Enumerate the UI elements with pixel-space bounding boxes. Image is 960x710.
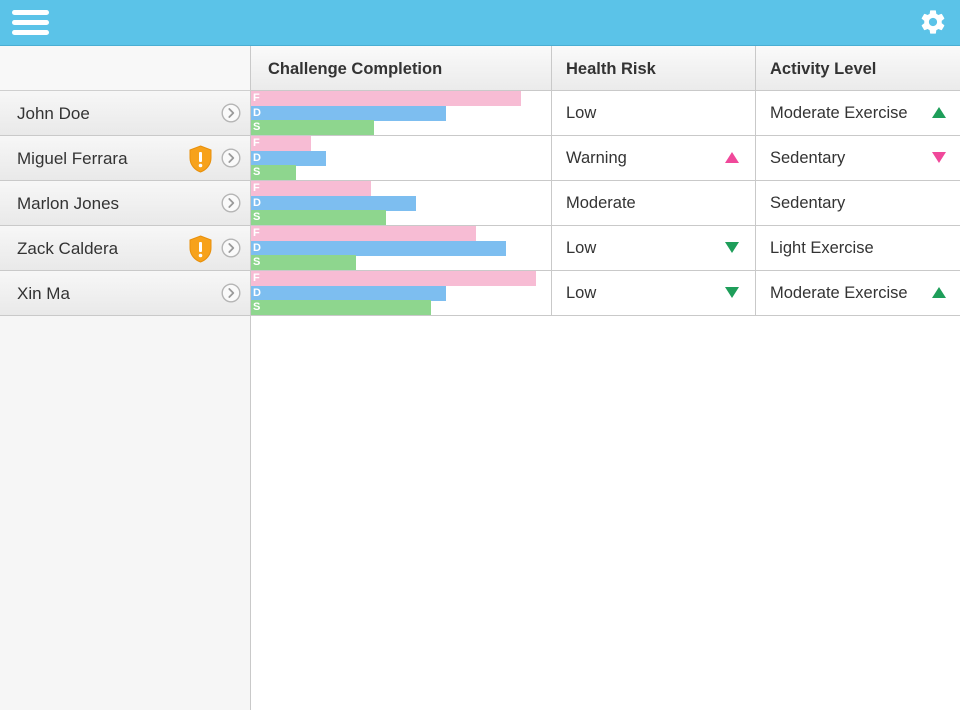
activity-level-value: Sedentary (770, 149, 846, 167)
activity-level-cell: Sedentary (755, 136, 960, 180)
bar-letter-d: D (253, 242, 261, 254)
metrics-table: Challenge Completion Health Risk Activit… (251, 46, 960, 710)
chevron-right-icon[interactable] (221, 103, 241, 123)
menu-line (12, 20, 49, 25)
table-row[interactable]: F D S Low Light Exercise (251, 226, 960, 271)
bar-letter-f: F (253, 137, 260, 149)
challenge-completion-cell: FDS (251, 136, 551, 180)
chevron-right-icon[interactable] (221, 148, 241, 168)
person-name: Marlon Jones (17, 194, 120, 213)
table-row[interactable]: F D S Low Moderate Exercise (251, 271, 960, 316)
completion-bar-d: D (251, 106, 446, 121)
health-risk-cell: Low (551, 226, 755, 270)
menu-line (12, 30, 49, 35)
bar-letter-f: F (253, 272, 260, 284)
health-risk-value: Low (566, 239, 597, 257)
table-body: F D S Low Moderate Exercise F D S Warning Sedenta… (251, 91, 960, 316)
completion-bar-f: F (251, 226, 476, 241)
table-row[interactable]: F D S Low Moderate Exercise (251, 91, 960, 136)
bar-letter-f: F (253, 227, 260, 239)
bar-letter-s: S (253, 166, 261, 178)
sidebar-person-row[interactable]: Marlon Jones (0, 181, 250, 226)
completion-bar-s: S (251, 165, 296, 180)
health-risk-value: Low (566, 284, 597, 302)
bar-letter-s: S (253, 301, 261, 313)
health-risk-value: Moderate (566, 194, 636, 212)
completion-bar-f: F (251, 91, 521, 106)
trend-up-icon (932, 287, 946, 298)
completion-bar-s: S (251, 120, 374, 135)
column-header-health-risk[interactable]: Health Risk (551, 46, 755, 91)
activity-level-cell: Moderate Exercise (755, 91, 960, 135)
warning-shield-icon (189, 235, 212, 263)
health-risk-value: Warning (566, 149, 627, 167)
completion-bar-f: F (251, 271, 536, 286)
person-name: Xin Ma (17, 284, 70, 303)
health-risk-value: Low (566, 104, 597, 122)
table-row[interactable]: F D S Moderate Sedentary (251, 181, 960, 226)
completion-bar-d: D (251, 196, 416, 211)
people-list: John Doe Miguel Ferrara Marlon Jones Zack C… (0, 91, 250, 316)
completion-bar-s: S (251, 255, 356, 270)
sidebar-person-row[interactable]: John Doe (0, 91, 250, 136)
bar-letter-d: D (253, 107, 261, 119)
chevron-right-icon[interactable] (221, 238, 241, 258)
person-name: John Doe (17, 104, 90, 123)
bar-letter-d: D (253, 152, 261, 164)
activity-level-cell: Sedentary (755, 181, 960, 225)
table-row[interactable]: F D S Warning Sedentary (251, 136, 960, 181)
bar-letter-s: S (253, 256, 261, 268)
bar-letter-d: D (253, 197, 261, 209)
gear-icon[interactable] (919, 8, 947, 36)
challenge-completion-cell: FDS (251, 226, 551, 270)
trend-up-icon (932, 107, 946, 118)
sidebar-person-row[interactable]: Xin Ma (0, 271, 250, 316)
person-name: Miguel Ferrara (17, 149, 128, 168)
bar-letter-s: S (253, 121, 261, 133)
people-sidebar: John Doe Miguel Ferrara Marlon Jones Zack C… (0, 46, 251, 710)
chevron-right-icon[interactable] (221, 283, 241, 303)
warning-shield-icon (189, 145, 212, 173)
activity-level-value: Moderate Exercise (770, 104, 908, 122)
trend-down-icon (725, 287, 739, 298)
completion-bar-d: D (251, 286, 446, 301)
trend-down-icon (932, 152, 946, 163)
trend-up-icon (725, 152, 739, 163)
hamburger-menu-icon[interactable] (12, 9, 50, 37)
challenge-completion-cell: FDS (251, 181, 551, 225)
activity-level-value: Moderate Exercise (770, 284, 908, 302)
trend-down-icon (725, 242, 739, 253)
challenge-completion-cell: FDS (251, 271, 551, 315)
activity-level-cell: Moderate Exercise (755, 271, 960, 315)
challenge-completion-cell: FDS (251, 91, 551, 135)
health-risk-cell: Low (551, 91, 755, 135)
table-header: Challenge Completion Health Risk Activit… (251, 46, 960, 91)
bar-letter-s: S (253, 211, 261, 223)
health-risk-cell: Low (551, 271, 755, 315)
completion-bar-s: S (251, 300, 431, 315)
menu-line (12, 10, 49, 15)
completion-bar-d: D (251, 241, 506, 256)
completion-bar-f: F (251, 136, 311, 151)
sidebar-person-row[interactable]: Zack Caldera (0, 226, 250, 271)
activity-level-value: Light Exercise (770, 239, 874, 257)
health-risk-cell: Moderate (551, 181, 755, 225)
completion-bar-s: S (251, 210, 386, 225)
sidebar-person-row[interactable]: Miguel Ferrara (0, 136, 250, 181)
activity-level-value: Sedentary (770, 194, 846, 212)
person-name: Zack Caldera (17, 239, 119, 258)
column-header-challenge[interactable]: Challenge Completion (251, 46, 551, 91)
top-header-bar (0, 0, 960, 46)
bar-letter-f: F (253, 92, 260, 104)
chevron-right-icon[interactable] (221, 193, 241, 213)
sidebar-header (0, 46, 250, 91)
completion-bar-d: D (251, 151, 326, 166)
bar-letter-f: F (253, 182, 260, 194)
activity-level-cell: Light Exercise (755, 226, 960, 270)
health-risk-cell: Warning (551, 136, 755, 180)
column-header-activity-level[interactable]: Activity Level (755, 46, 960, 91)
bar-letter-d: D (253, 287, 261, 299)
completion-bar-f: F (251, 181, 371, 196)
